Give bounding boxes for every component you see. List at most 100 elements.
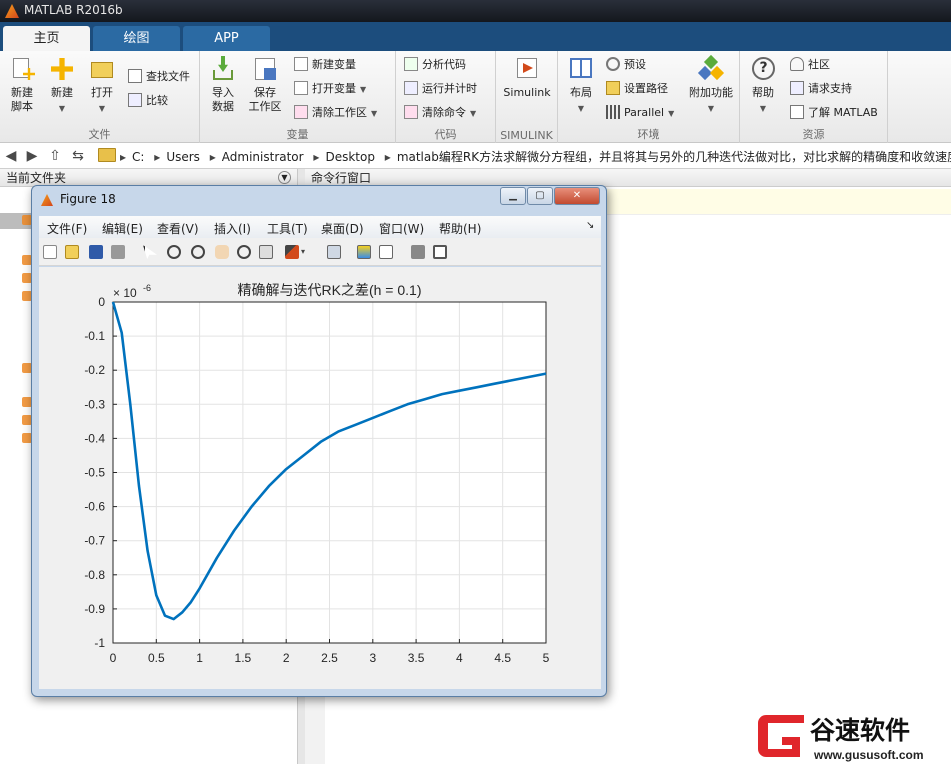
app-title: MATLAB R2016b	[24, 3, 123, 17]
group-code-label: 代码	[434, 128, 457, 141]
x-tick-label: 4	[456, 651, 463, 665]
clear-commands-icon	[404, 105, 418, 119]
colorbar-icon[interactable]	[357, 245, 371, 259]
forward-icon[interactable]: ▶	[24, 147, 40, 165]
save-workspace-icon	[252, 56, 278, 82]
breadcrumb[interactable]: ▸ C: ▸ Users ▸ Administrator ▸ Desktop ▸ matl…	[120, 148, 951, 165]
new-variable-button[interactable]: 新建变量	[294, 55, 356, 75]
close-button[interactable]: ✕	[554, 187, 600, 205]
save-workspace-button[interactable]: 保存 工作区	[246, 56, 284, 114]
clear-workspace-button[interactable]: 清除工作区 ▼	[294, 103, 377, 123]
chevron-down-icon: ▼	[668, 109, 675, 118]
matlab-logo-icon	[5, 4, 19, 18]
chevron-down-icon: ▼	[470, 109, 477, 118]
menu-file[interactable]: 文件(F)	[47, 220, 87, 237]
x-tick-label: 2	[283, 651, 290, 665]
add-ons-button[interactable]: 附加功能 ▼	[686, 54, 736, 116]
menu-view[interactable]: 查看(V)	[157, 220, 199, 237]
open-file-icon[interactable]	[65, 245, 79, 259]
y-exponent-label: × 10	[113, 286, 137, 300]
zoom-out-icon[interactable]	[191, 245, 205, 259]
request-support-button[interactable]: 请求支持	[790, 79, 852, 99]
maximize-button[interactable]: ▢	[527, 187, 553, 205]
clear-commands-button[interactable]: 清除命令 ▼	[404, 103, 476, 123]
folder-icon	[98, 148, 116, 162]
simulink-button[interactable]: Simulink	[502, 56, 552, 100]
community-button[interactable]: 社区	[790, 55, 830, 75]
layout-icon	[568, 56, 594, 82]
find-files-button[interactable]: 查找文件	[128, 67, 190, 87]
zoom-in-icon[interactable]	[167, 245, 181, 259]
menu-tools[interactable]: 工具(T)	[267, 220, 308, 237]
dock-arrow-icon[interactable]: ↘	[586, 220, 594, 231]
rotate-3d-icon[interactable]	[237, 245, 251, 259]
up-folder-icon[interactable]: ⇧	[47, 147, 63, 165]
data-cursor-icon[interactable]	[259, 245, 273, 259]
y-tick-label: -0.7	[84, 534, 105, 548]
print-icon[interactable]	[111, 245, 125, 259]
brush-icon[interactable]	[285, 245, 299, 259]
menu-desktop[interactable]: 桌面(D)	[321, 220, 364, 237]
chevron-down-icon: ▼	[707, 104, 715, 113]
x-tick-label: 4.5	[494, 651, 511, 665]
layout-button[interactable]: 布局 ▼	[562, 56, 600, 116]
x-tick-label: 0	[110, 651, 117, 665]
group-code: 分析代码 运行并计时 清除命令 ▼ 代码	[396, 51, 496, 143]
pan-hand-icon[interactable]	[215, 245, 229, 259]
show-plot-tools-icon[interactable]	[433, 245, 447, 259]
analyze-code-button[interactable]: 分析代码	[404, 55, 466, 75]
group-environment: 布局 ▼ 预设 设置路径 Parallel ▼ 附加功能 ▼ 环境	[558, 51, 740, 143]
import-data-button[interactable]: 导入 数据	[204, 56, 242, 114]
group-variable-label: 变量	[286, 128, 309, 141]
tab-home[interactable]: 主页	[3, 26, 90, 51]
panel-menu-icon[interactable]: ▼	[278, 171, 291, 184]
new-script-icon	[9, 56, 35, 82]
clear-workspace-icon	[294, 105, 308, 119]
preferences-button[interactable]: 预设	[606, 55, 646, 75]
menu-window[interactable]: 窗口(W)	[379, 220, 424, 237]
new-button[interactable]: 新建 ▼	[43, 56, 81, 116]
x-tick-label: 2.5	[321, 651, 338, 665]
x-tick-label: 0.5	[148, 651, 165, 665]
minimize-button[interactable]: ▁	[500, 187, 526, 205]
menu-insert[interactable]: 插入(I)	[214, 220, 251, 237]
set-path-button[interactable]: 设置路径	[606, 79, 668, 99]
tab-apps[interactable]: APP	[183, 26, 270, 51]
browse-folder-icon[interactable]: ⇆	[70, 147, 86, 165]
learn-icon	[790, 105, 804, 119]
back-icon[interactable]: ◀	[3, 147, 19, 165]
x-tick-label: 3.5	[408, 651, 425, 665]
pointer-icon[interactable]	[143, 245, 157, 259]
tab-plots[interactable]: 绘图	[93, 26, 180, 51]
group-file: 新建 脚本 新建 ▼ 打开 ▼ 查找文件 比较 文件	[0, 51, 200, 143]
menu-help[interactable]: 帮助(H)	[439, 220, 481, 237]
chevron-down-icon: ▼	[759, 104, 767, 113]
gear-icon	[606, 57, 620, 71]
chevron-down-icon[interactable]: ▾	[301, 245, 309, 259]
analyze-code-icon	[404, 57, 418, 71]
y-tick-label: -0.6	[84, 500, 105, 514]
legend-icon[interactable]	[379, 245, 393, 259]
new-script-button[interactable]: 新建 脚本	[3, 56, 41, 114]
group-environment-label: 环境	[637, 128, 660, 141]
menu-edit[interactable]: 编辑(E)	[102, 220, 143, 237]
open-button[interactable]: 打开 ▼	[83, 56, 121, 116]
group-resources-label: 资源	[802, 128, 825, 141]
parallel-button[interactable]: Parallel ▼	[606, 103, 674, 123]
help-button[interactable]: ? 帮助 ▼	[744, 56, 782, 116]
group-file-label: 文件	[88, 128, 111, 141]
save-icon[interactable]	[89, 245, 103, 259]
group-resources: ? 帮助 ▼ 社区 请求支持 了解 MATLAB 资源	[740, 51, 888, 143]
link-plot-icon[interactable]	[327, 245, 341, 259]
y-tick-label: -0.3	[84, 397, 105, 411]
hide-plot-tools-icon[interactable]	[411, 245, 425, 259]
new-figure-icon[interactable]	[43, 245, 57, 259]
run-and-time-button[interactable]: 运行并计时	[404, 79, 477, 99]
folder-icon	[606, 81, 620, 95]
compare-icon	[128, 93, 142, 107]
figure-window[interactable]: Figure 18 ▁ ▢ ✕ 文件(F) 编辑(E) 查看(V) 插入(I) …	[31, 185, 607, 697]
open-variable-button[interactable]: 打开变量 ▼	[294, 79, 366, 99]
compare-button[interactable]: 比较	[128, 91, 168, 111]
y-tick-label: -0.4	[84, 431, 105, 445]
learn-matlab-button[interactable]: 了解 MATLAB	[790, 103, 878, 123]
